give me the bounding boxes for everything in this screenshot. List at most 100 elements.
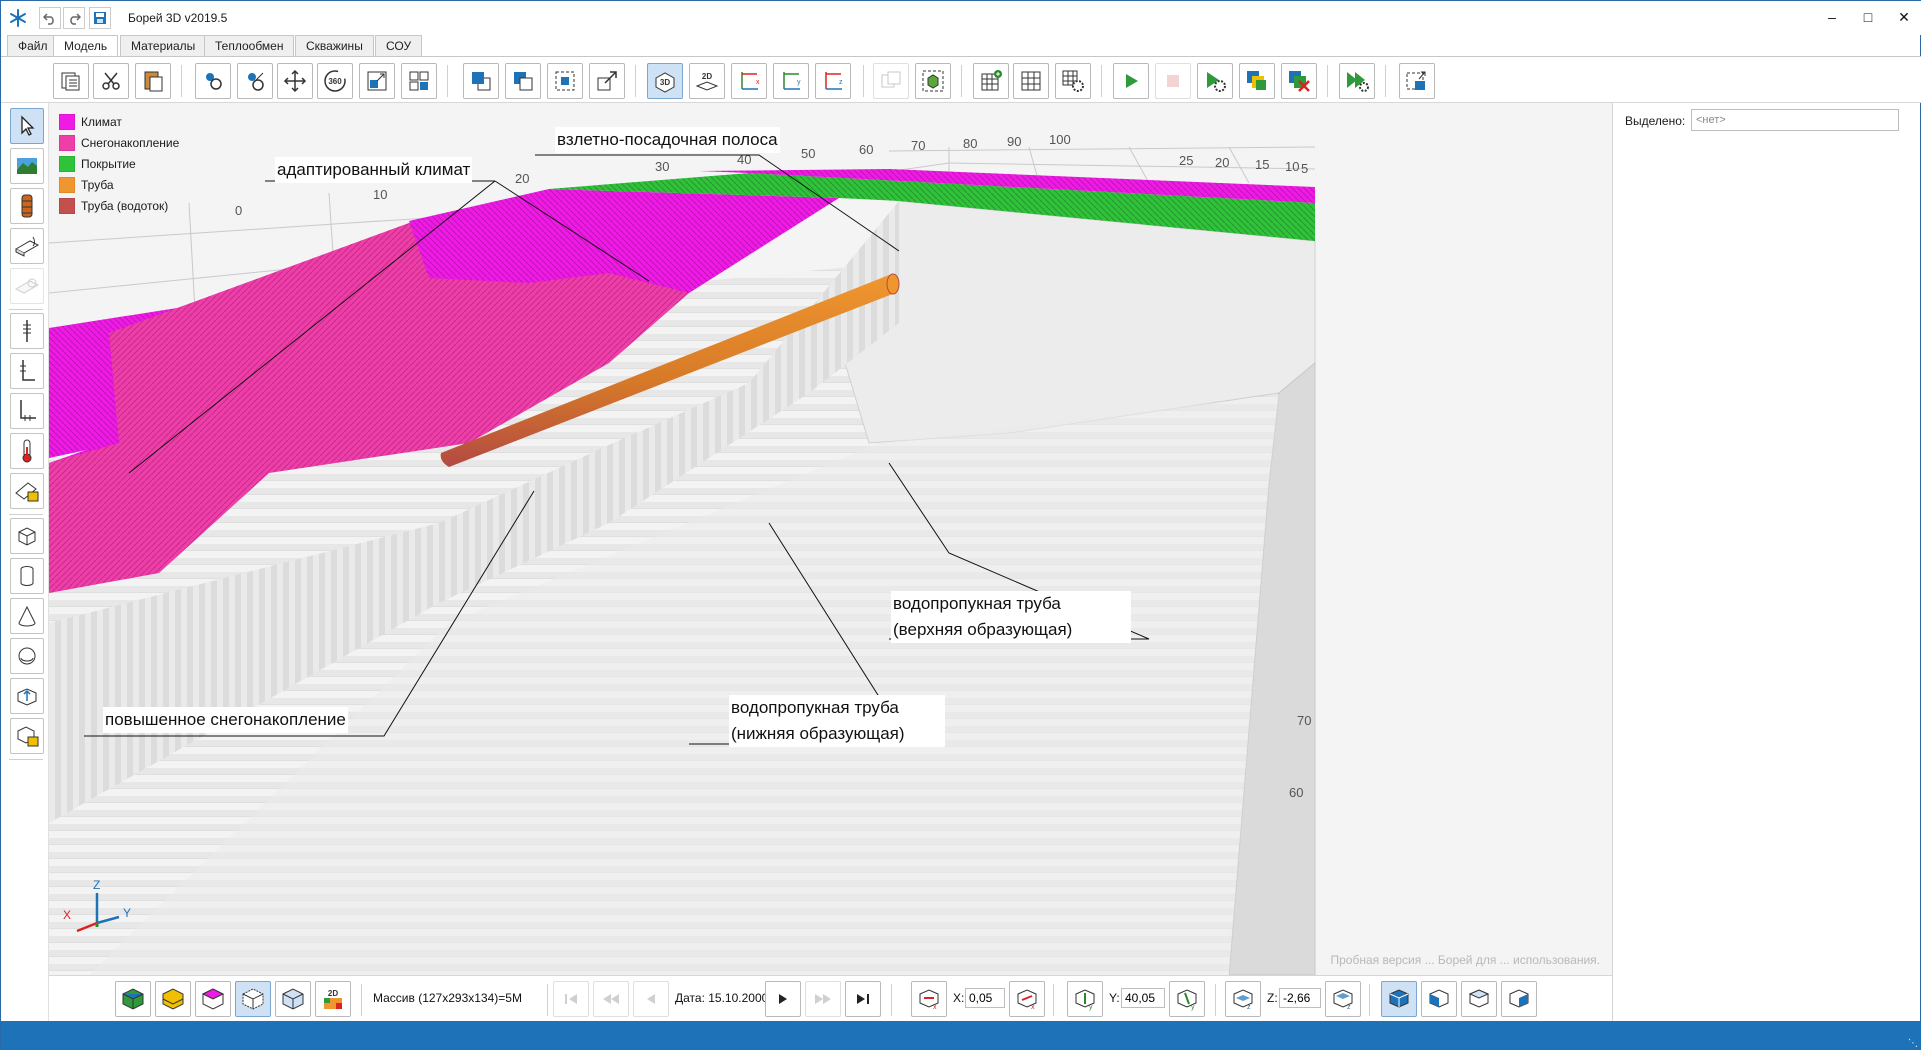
tick-label: 50 bbox=[801, 146, 815, 161]
x-slice-down-icon[interactable]: x bbox=[911, 981, 947, 1017]
tab-materials[interactable]: Материалы bbox=[120, 35, 207, 56]
batch-run-icon[interactable] bbox=[1339, 63, 1375, 99]
detach-icon[interactable] bbox=[237, 63, 273, 99]
cylinder-icon[interactable] bbox=[10, 558, 44, 594]
maximize-icon[interactable]: □ bbox=[1853, 5, 1883, 29]
axis-xy-icon[interactable]: x bbox=[731, 63, 767, 99]
date-label: Дата: 15.10.2000 bbox=[675, 991, 769, 1005]
tab-file[interactable]: Файл bbox=[7, 35, 59, 56]
fast-forward-icon[interactable] bbox=[805, 981, 841, 1017]
x-slice-up-icon[interactable]: x bbox=[1009, 981, 1045, 1017]
material-box-icon[interactable] bbox=[10, 718, 44, 754]
save-icon[interactable] bbox=[89, 7, 111, 29]
group-icon[interactable] bbox=[547, 63, 583, 99]
close-icon[interactable]: ✕ bbox=[1889, 5, 1919, 29]
terrain-icon[interactable] bbox=[10, 148, 44, 184]
toolbar-separator bbox=[635, 65, 636, 97]
redo-icon[interactable] bbox=[63, 7, 85, 29]
stop-icon[interactable] bbox=[1155, 63, 1191, 99]
last-step-icon[interactable] bbox=[845, 981, 881, 1017]
thermometer-icon[interactable] bbox=[10, 433, 44, 469]
box-icon[interactable] bbox=[10, 518, 44, 554]
view-3d-icon[interactable]: 3D bbox=[647, 63, 683, 99]
scale-icon[interactable] bbox=[359, 63, 395, 99]
legend-label: Снегонакопление bbox=[81, 136, 180, 150]
step-back-icon[interactable] bbox=[633, 981, 669, 1017]
grid-add-icon[interactable] bbox=[973, 63, 1009, 99]
well-horizontal-icon[interactable] bbox=[10, 393, 44, 429]
tick-label: 70 bbox=[911, 138, 925, 153]
legend-item: Труба (водоток) bbox=[59, 197, 168, 215]
grid-settings-icon[interactable] bbox=[1055, 63, 1091, 99]
selected-label: Выделено: bbox=[1625, 114, 1686, 128]
run-settings-icon[interactable] bbox=[1197, 63, 1233, 99]
view-materials-icon[interactable] bbox=[195, 981, 231, 1017]
borehole-icon[interactable] bbox=[10, 313, 44, 349]
fast-back-icon[interactable] bbox=[593, 981, 629, 1017]
y-coordinate-field[interactable] bbox=[1121, 988, 1165, 1008]
z-label: Z: bbox=[1267, 991, 1278, 1005]
first-step-icon[interactable] bbox=[553, 981, 589, 1017]
pointer-icon[interactable] bbox=[10, 108, 44, 144]
view-solid-color-icon[interactable] bbox=[115, 981, 151, 1017]
result-layers-icon[interactable] bbox=[1239, 63, 1275, 99]
material-paint-icon[interactable] bbox=[10, 473, 44, 509]
tab-sou[interactable]: СОУ bbox=[375, 35, 423, 56]
slab-disabled-icon[interactable] bbox=[10, 268, 44, 304]
rotate-360-icon[interactable]: 360 bbox=[317, 63, 353, 99]
sphere-icon[interactable] bbox=[10, 638, 44, 674]
select-box-icon[interactable] bbox=[915, 63, 951, 99]
move-icon[interactable] bbox=[277, 63, 313, 99]
view-side-icon[interactable] bbox=[1421, 981, 1457, 1017]
grid-icon[interactable] bbox=[1013, 63, 1049, 99]
x-coordinate-field[interactable] bbox=[965, 988, 1005, 1008]
z-coordinate-field[interactable] bbox=[1279, 988, 1321, 1008]
scissors-icon[interactable] bbox=[93, 63, 129, 99]
z-slice-down-icon[interactable]: z bbox=[1225, 981, 1261, 1017]
z-slice-up-icon[interactable]: z bbox=[1325, 981, 1361, 1017]
view-wireframe-icon[interactable] bbox=[275, 981, 311, 1017]
bring-front-icon[interactable] bbox=[463, 63, 499, 99]
minimize-icon[interactable]: – bbox=[1817, 5, 1847, 29]
toolbar-separator bbox=[891, 984, 892, 1016]
y-slice-down-icon[interactable]: y bbox=[1067, 981, 1103, 1017]
cone-icon[interactable] bbox=[10, 598, 44, 634]
resize-grip-icon[interactable]: ⋱ bbox=[1908, 1038, 1918, 1049]
selected-field[interactable] bbox=[1691, 109, 1899, 131]
undo-icon[interactable] bbox=[39, 7, 61, 29]
attach-icon[interactable] bbox=[195, 63, 231, 99]
pipe-icon[interactable] bbox=[10, 188, 44, 224]
run-icon[interactable] bbox=[1113, 63, 1149, 99]
tick-label: 10 bbox=[1285, 159, 1299, 174]
clone-disabled-icon[interactable] bbox=[873, 63, 909, 99]
arrange-icon[interactable] bbox=[401, 63, 437, 99]
tab-model[interactable]: Модель bbox=[53, 35, 119, 57]
well-icon[interactable] bbox=[10, 353, 44, 389]
tab-wells[interactable]: Скважины bbox=[295, 35, 374, 56]
slab-icon[interactable] bbox=[10, 228, 44, 264]
view-front-icon[interactable] bbox=[1381, 981, 1417, 1017]
axis-zx-icon[interactable]: z bbox=[815, 63, 851, 99]
send-back-icon[interactable] bbox=[505, 63, 541, 99]
clear-results-icon[interactable] bbox=[1281, 63, 1317, 99]
view-mesh-icon[interactable] bbox=[235, 981, 271, 1017]
axis-zy-icon[interactable]: y bbox=[773, 63, 809, 99]
tab-heat-exchange[interactable]: Теплообмен bbox=[204, 35, 295, 56]
view-top-icon[interactable] bbox=[1461, 981, 1497, 1017]
toolbar-separator bbox=[1053, 984, 1054, 1016]
step-forward-icon[interactable] bbox=[765, 981, 801, 1017]
paste-icon[interactable] bbox=[135, 63, 171, 99]
extrude-icon[interactable] bbox=[10, 678, 44, 714]
y-slice-up-icon[interactable]: y bbox=[1169, 981, 1205, 1017]
viewport-3d[interactable]: 0 10 20 30 40 50 60 70 80 90 100 25 20 1… bbox=[49, 103, 1612, 975]
terrain-scene[interactable]: 0 10 20 30 40 50 60 70 80 90 100 25 20 1… bbox=[49, 103, 1612, 975]
view-layers-icon[interactable] bbox=[155, 981, 191, 1017]
app-window: Борей 3D v2019.5 – □ ✕ Файл Модель Матер… bbox=[0, 0, 1921, 1050]
fit-view-icon[interactable] bbox=[589, 63, 625, 99]
view-2d-icon[interactable]: 2D bbox=[689, 63, 725, 99]
view-2d-map-icon[interactable]: 2D bbox=[315, 981, 351, 1017]
layers-icon[interactable] bbox=[53, 63, 89, 99]
export-icon[interactable] bbox=[1399, 63, 1435, 99]
view-iso-icon[interactable] bbox=[1501, 981, 1537, 1017]
tick-label: 90 bbox=[1007, 134, 1021, 149]
